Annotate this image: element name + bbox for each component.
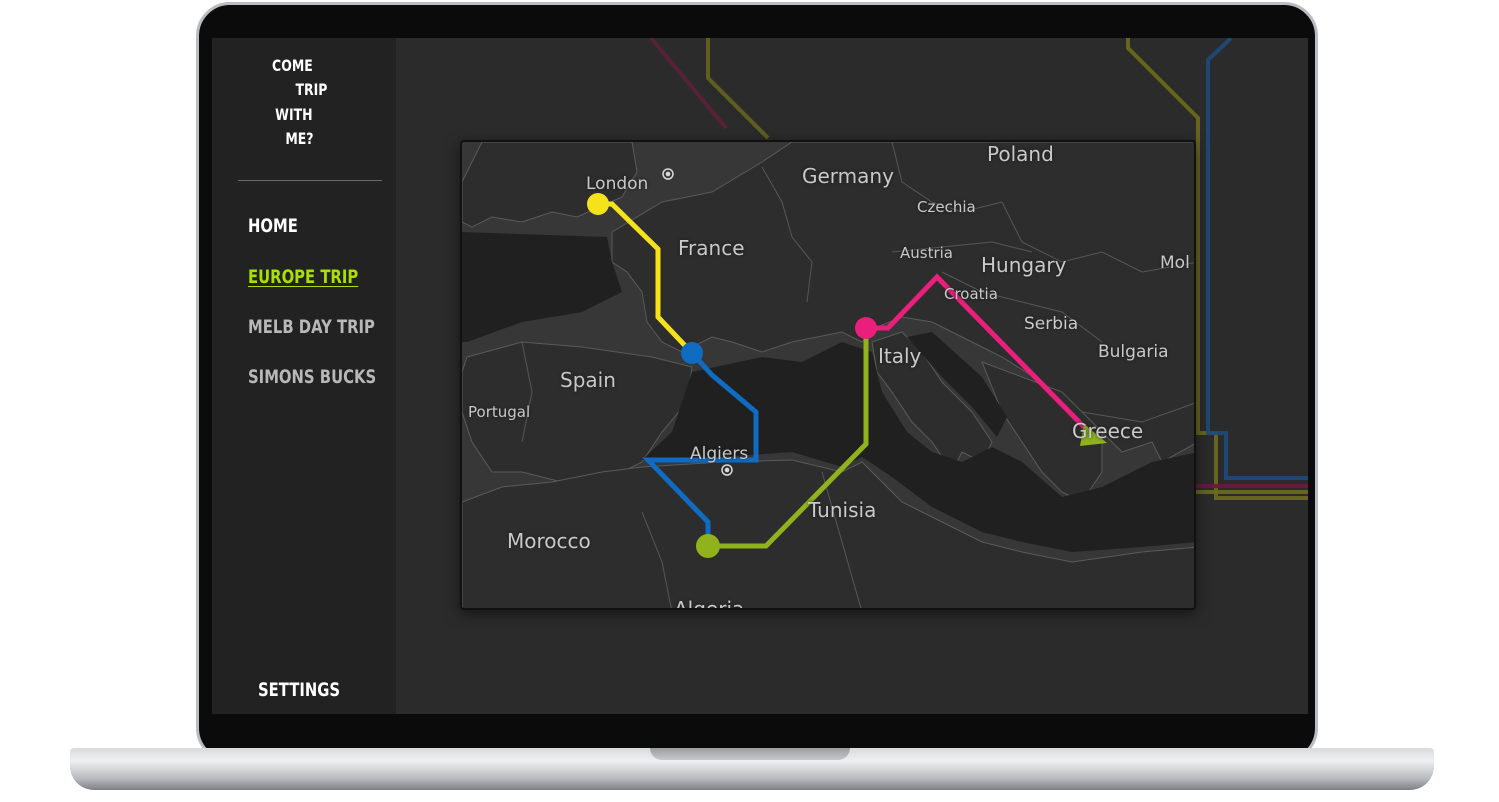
map-label-tunisia: Tunisia [808,498,877,522]
stop-london [587,193,609,215]
trip-map[interactable]: London Germany Poland Czechia France Aus… [460,140,1196,610]
map-label-moldova: Mol [1160,253,1190,273]
brand-line-4: ME? [285,129,314,148]
map-label-algiers: Algiers [690,444,749,464]
map-label-bulgaria: Bulgaria [1098,342,1169,362]
map-label-italy: Italy [878,344,922,368]
map-label-germany: Germany [802,164,894,188]
sidebar-divider [238,180,382,181]
sidebar: COME TRIP WITH ME? HOME EUROPE TRIP MELB… [212,38,396,714]
laptop-notch [650,748,850,760]
map-label-algeria: Algeria [674,597,745,610]
map-label-morocco: Morocco [507,529,591,553]
map-label-greece: Greece [1072,419,1144,443]
map-label-croatia: Croatia [944,285,998,303]
map-label-czechia: Czechia [917,198,976,216]
map-label-poland: Poland [987,142,1054,166]
nav-item-melb-day-trip[interactable]: MELB DAY TRIP [248,316,375,338]
map-label-serbia: Serbia [1024,314,1079,334]
nav-item-europe-trip[interactable]: EUROPE TRIP [248,266,358,288]
map-label-france: France [678,236,745,260]
map-label-austria: Austria [900,244,953,262]
map-label-spain: Spain [560,368,616,392]
stop-blue-start [681,342,703,364]
brand-logo: COME TRIP WITH ME? [212,54,356,154]
stop-pink-start [855,317,877,339]
brand-line-2: TRIP [295,80,328,99]
brand-line-3: WITH [275,105,313,124]
screen: COME TRIP WITH ME? HOME EUROPE TRIP MELB… [212,38,1308,714]
atlantic-sea [462,232,622,342]
nav-item-home[interactable]: HOME [248,215,298,237]
city-marker-london-icon [662,168,674,180]
nav-item-simons-bucks[interactable]: SIMONS BUCKS [248,366,376,388]
map-label-hungary: Hungary [981,253,1067,277]
map-label-portugal: Portugal [468,403,531,421]
nav-item-settings[interactable]: SETTINGS [258,679,340,701]
map-label-london: London [586,174,649,194]
stop-green-start [696,534,720,558]
brand-line-1: COME [272,56,313,75]
